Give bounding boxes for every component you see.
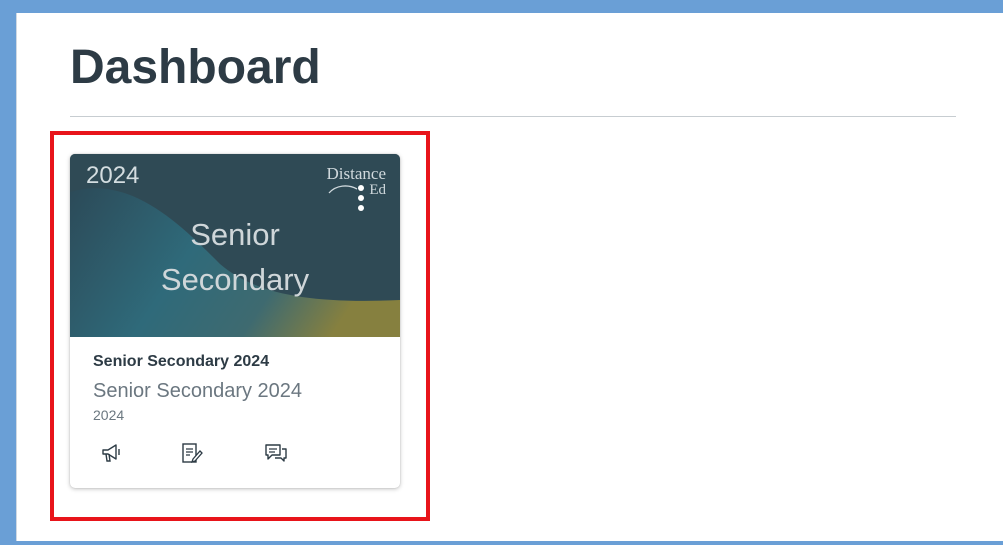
course-card-term: 2024 [93, 407, 125, 423]
announcements-icon[interactable] [98, 440, 126, 466]
course-card-hero[interactable]: 2024 Senior Secondary Distance Ed [70, 154, 400, 337]
distance-ed-logo: Distance Ed [326, 164, 386, 198]
window-frame-top [0, 0, 1003, 13]
course-card-subtitle: Senior Secondary 2024 [93, 380, 303, 402]
card-options-menu-icon[interactable] [353, 184, 369, 212]
window-frame-left [0, 0, 16, 545]
hero-title-line2: Secondary [160, 262, 310, 297]
hero-year: 2024 [86, 162, 140, 189]
page-title: Dashboard [70, 41, 321, 94]
hero-title-line1: Senior [190, 217, 280, 252]
title-divider [70, 116, 956, 117]
assignments-icon[interactable] [178, 440, 206, 466]
course-card-name-link[interactable]: Senior Secondary 2024 [93, 353, 269, 371]
content-edge [16, 13, 17, 545]
course-card[interactable]: 2024 Senior Secondary Distance Ed Senior… [70, 154, 400, 488]
discussions-icon[interactable] [262, 440, 290, 466]
window-frame-bottom [0, 541, 1003, 545]
